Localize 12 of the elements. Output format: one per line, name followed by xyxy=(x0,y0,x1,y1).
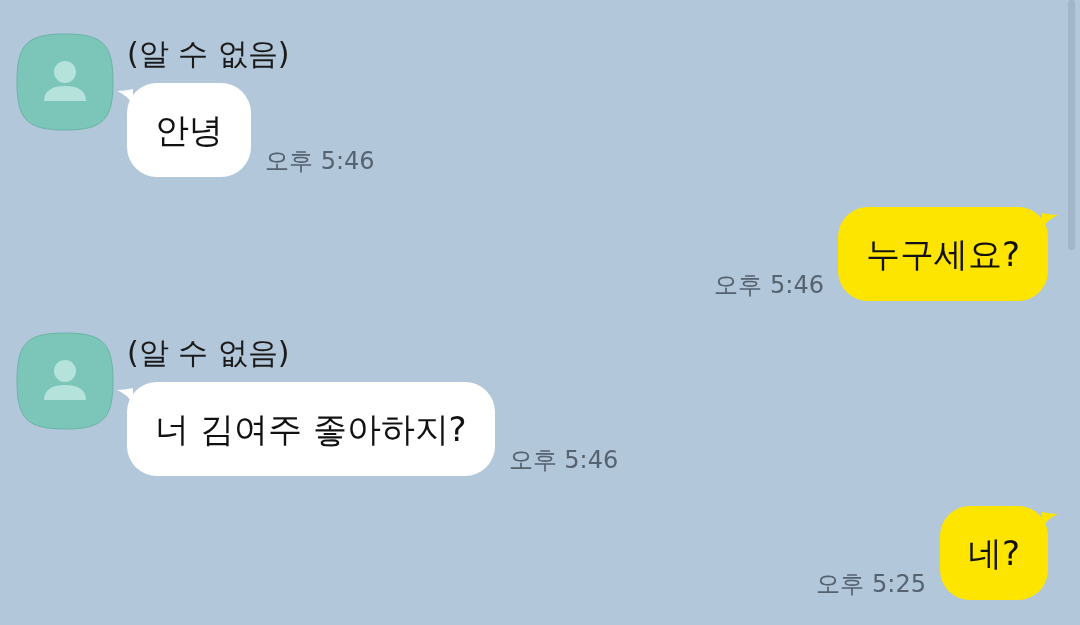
message-bubble: 네? xyxy=(939,506,1048,600)
sender-name: (알 수 없음) xyxy=(127,334,291,372)
message-bubble: 너 김여주 좋아하지? xyxy=(127,382,495,476)
message-time: 오후 5:46 xyxy=(265,146,375,176)
avatar-icon[interactable] xyxy=(15,32,115,132)
message-bubble: 누구세요? xyxy=(837,207,1048,301)
message-time: 오후 5:46 xyxy=(508,445,619,475)
message-time: 오후 5:25 xyxy=(816,569,926,599)
message-time: 오후 5:46 xyxy=(714,270,824,300)
message-bubble: 안녕 xyxy=(127,83,251,177)
avatar-icon[interactable] xyxy=(15,331,115,431)
sender-name: (알 수 없음) xyxy=(127,35,291,73)
